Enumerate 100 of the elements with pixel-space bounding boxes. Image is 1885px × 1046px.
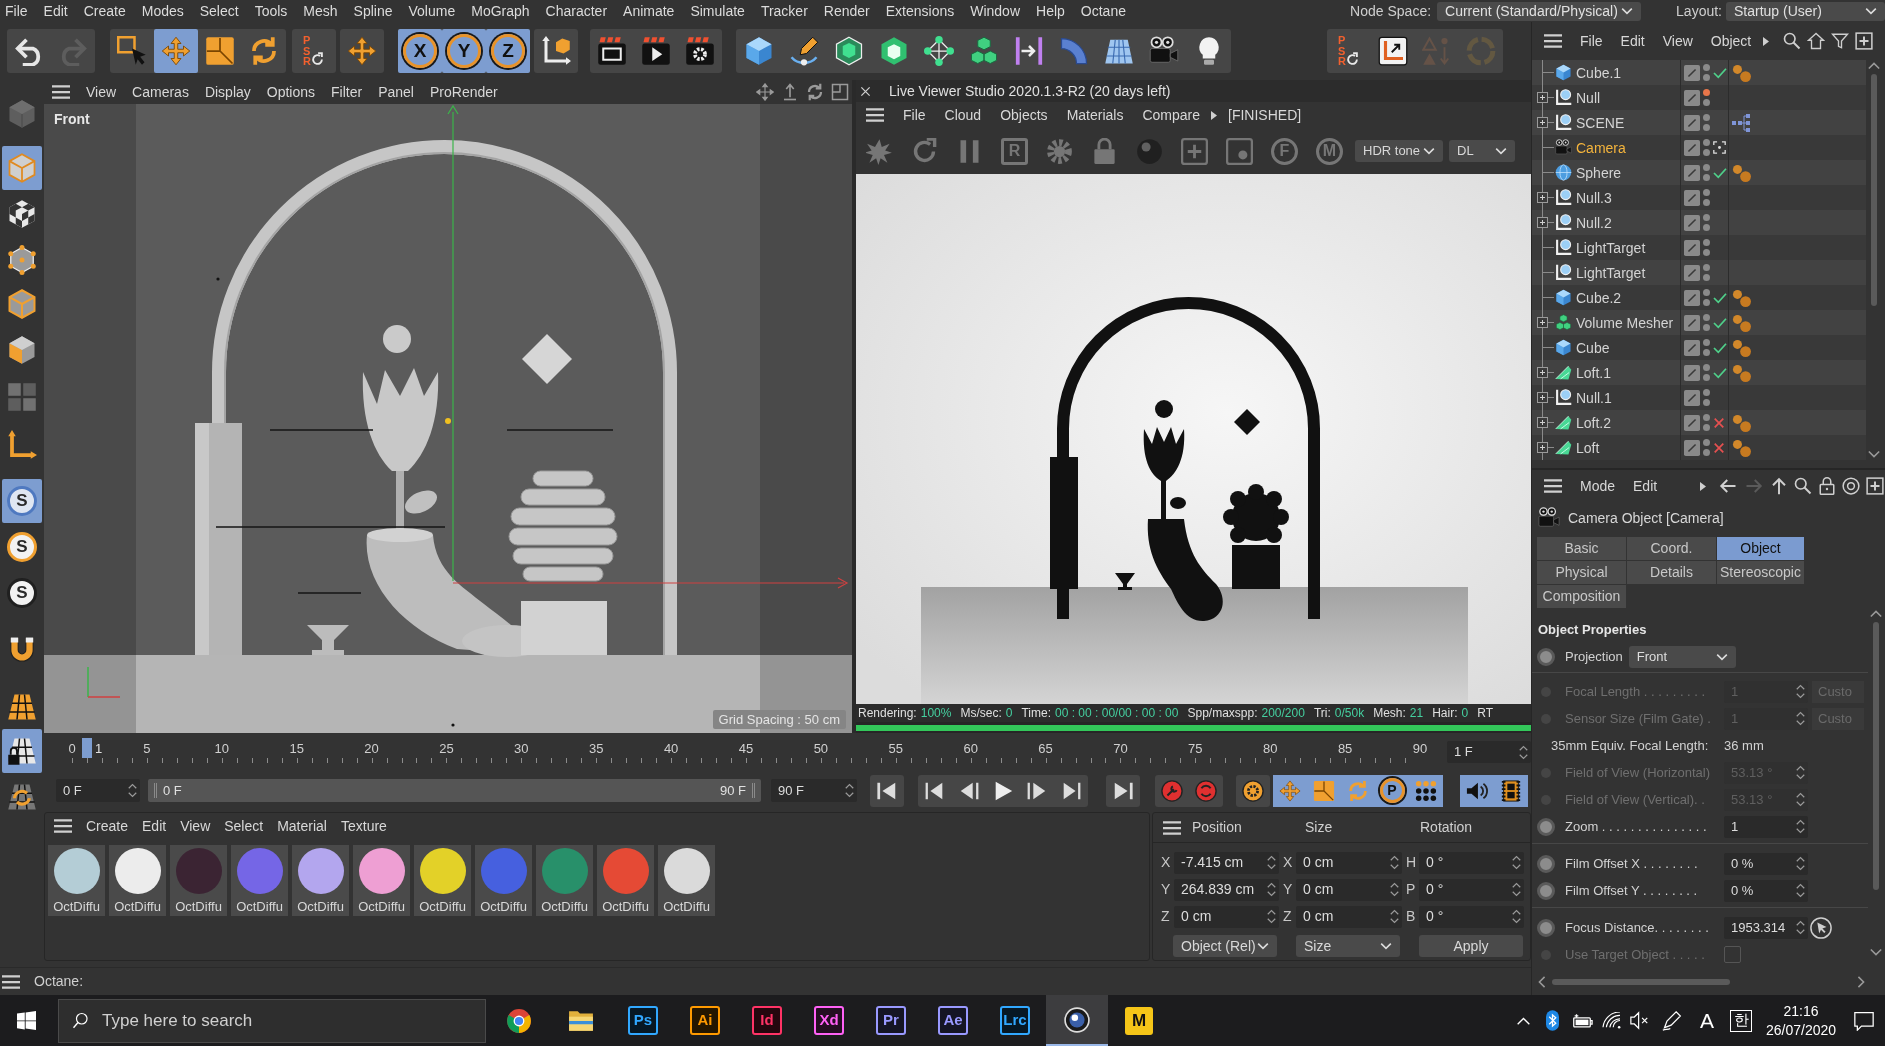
viewer-menu-item[interactable]: File xyxy=(903,104,926,126)
viewer-menu-item[interactable]: Materials xyxy=(1066,104,1124,126)
pick-target-icon[interactable] xyxy=(1810,916,1832,939)
vertical-scrollbar[interactable] xyxy=(1866,60,1882,460)
size-mode-dropdown[interactable]: Size xyxy=(1296,935,1400,957)
slashed-square-icon[interactable] xyxy=(1684,114,1700,131)
editor-visibility-dot-icon[interactable] xyxy=(1703,114,1710,121)
render-visibility-dot-icon[interactable] xyxy=(1703,299,1710,306)
material-swatch[interactable]: OctDiffu xyxy=(475,845,532,916)
viewport-menu-item[interactable]: Filter xyxy=(331,81,363,103)
object-row[interactable]: Null xyxy=(1532,85,1866,110)
menu-icon[interactable] xyxy=(1544,479,1562,493)
object-menu-item[interactable]: Object xyxy=(1710,30,1752,52)
attribute-tab[interactable]: Stereoscopic xyxy=(1717,561,1804,584)
attribute-tab[interactable]: Physical xyxy=(1537,561,1626,584)
coordinate-field[interactable]: 0 cm xyxy=(1296,878,1402,901)
tone-mapping-dropdown[interactable]: HDR tone xyxy=(1355,140,1443,162)
editor-visibility-dot-icon[interactable] xyxy=(1703,89,1710,96)
z-axis-button[interactable]: Z xyxy=(486,29,530,73)
menu-icon[interactable] xyxy=(52,85,70,99)
spinner-arrows-icon[interactable] xyxy=(1796,711,1805,726)
filter-icon[interactable] xyxy=(1831,32,1850,50)
taskbar-app-button[interactable]: Xd xyxy=(798,995,860,1046)
orbit-arrows-icon[interactable] xyxy=(806,83,824,101)
pen-icon[interactable] xyxy=(1662,1010,1682,1031)
keyframe-circle-icon[interactable] xyxy=(1537,854,1555,873)
spinner-arrows-icon[interactable] xyxy=(1796,684,1805,699)
position-key-button[interactable] xyxy=(1273,774,1307,807)
render-visibility-dot-icon[interactable] xyxy=(1703,149,1710,156)
slashed-square-icon[interactable] xyxy=(1684,189,1700,206)
check-icon[interactable] xyxy=(1713,166,1727,179)
slashed-square-icon[interactable] xyxy=(1684,289,1700,306)
object-row[interactable]: Loft.2 xyxy=(1532,410,1866,435)
range-end-handle[interactable]: 90 F xyxy=(720,783,755,798)
coordinate-field[interactable]: 0 cm xyxy=(1296,905,1402,928)
taskbar-app-button[interactable]: Ps xyxy=(612,995,674,1046)
search-field[interactable]: Type here to search xyxy=(58,998,486,1043)
frame-field[interactable]: 90 F xyxy=(771,779,857,802)
projection-dropdown[interactable]: Front xyxy=(1628,646,1736,668)
camera-focus-icon[interactable] xyxy=(1713,141,1726,154)
editor-visibility-dot-icon[interactable] xyxy=(1703,339,1710,346)
render-visibility-dot-icon[interactable] xyxy=(1703,449,1710,456)
keyframe-circle-icon[interactable] xyxy=(1537,881,1555,900)
keyframe-circle-icon[interactable] xyxy=(1537,648,1555,666)
editor-visibility-dot-icon[interactable] xyxy=(1703,64,1710,71)
material-tag-icon[interactable] xyxy=(1732,438,1751,457)
slashed-square-icon[interactable] xyxy=(1684,264,1700,281)
render-visibility-dot-icon[interactable] xyxy=(1703,424,1710,431)
expand-box-icon[interactable] xyxy=(1537,217,1548,228)
spinner-arrows-icon[interactable] xyxy=(128,783,137,798)
attribute-tab[interactable]: Basic xyxy=(1537,537,1626,560)
check-icon[interactable] xyxy=(1713,366,1727,379)
editor-visibility-dot-icon[interactable] xyxy=(1703,164,1710,171)
object-row[interactable]: LightTarget xyxy=(1532,235,1866,260)
plus-square-icon[interactable] xyxy=(1866,477,1885,495)
pan-arrows-icon[interactable] xyxy=(756,83,774,101)
menu-item[interactable]: Modes xyxy=(141,0,184,22)
editor-visibility-dot-icon[interactable] xyxy=(1703,239,1710,246)
object-row[interactable]: SCENE xyxy=(1532,110,1866,135)
coordinate-field[interactable]: -7.415 cm xyxy=(1174,851,1279,874)
notification-icon[interactable] xyxy=(1854,1010,1874,1031)
material-swatch[interactable]: OctDiffu xyxy=(414,845,471,916)
editor-visibility-dot-icon[interactable] xyxy=(1703,439,1710,446)
menu-item[interactable]: Edit xyxy=(43,0,68,22)
editor-visibility-dot-icon[interactable] xyxy=(1703,214,1710,221)
slashed-square-icon[interactable] xyxy=(1684,364,1700,381)
up-arrow-icon[interactable] xyxy=(1770,477,1789,495)
keyframe-circle-icon[interactable] xyxy=(1537,918,1555,937)
viewport-menu-item[interactable]: ProRender xyxy=(430,81,498,103)
viewport-menu-item[interactable]: Panel xyxy=(378,81,414,103)
material-menu-item[interactable]: Create xyxy=(86,815,129,837)
editor-visibility-dot-icon[interactable] xyxy=(1703,364,1710,371)
y-axis-button[interactable]: Y xyxy=(442,29,486,73)
menu-item[interactable]: Help xyxy=(1036,0,1065,22)
spinner-arrows-icon[interactable] xyxy=(1267,909,1276,924)
render-visibility-dot-icon[interactable] xyxy=(1703,274,1710,281)
slashed-square-icon[interactable] xyxy=(1684,139,1700,156)
material-tag-icon[interactable] xyxy=(1732,313,1751,332)
target-icon[interactable] xyxy=(1842,477,1861,495)
object-name[interactable]: SCENE xyxy=(1576,114,1625,131)
object-row[interactable]: Null.2 xyxy=(1532,210,1866,235)
taskbar-app-button[interactable] xyxy=(1046,995,1108,1046)
locked-workplane-button[interactable] xyxy=(2,729,42,773)
object-name[interactable]: Null xyxy=(1576,89,1601,106)
number-field[interactable]: 0 % xyxy=(1724,879,1808,902)
material-swatch[interactable]: OctDiffu xyxy=(353,845,410,916)
apply-button[interactable]: Apply xyxy=(1419,935,1523,957)
input-mode-button[interactable]: A xyxy=(1691,1004,1723,1037)
object-name[interactable]: Cube xyxy=(1576,339,1610,356)
expand-box-icon[interactable] xyxy=(1537,417,1548,428)
scroll-left-icon[interactable] xyxy=(1538,976,1546,988)
object-row[interactable]: Cube.2 xyxy=(1532,285,1866,310)
submenu-arrow-icon[interactable] xyxy=(1700,481,1707,491)
slashed-square-icon[interactable] xyxy=(1684,314,1700,331)
scroll-up-icon[interactable] xyxy=(1868,62,1880,70)
render-visibility-dot-icon[interactable] xyxy=(1703,174,1710,181)
material-swatch[interactable]: OctDiffu xyxy=(231,845,288,916)
object-name[interactable]: Volume Mesher xyxy=(1576,314,1674,331)
taskbar-app-button[interactable]: Pr xyxy=(860,995,922,1046)
expand-box-icon[interactable] xyxy=(1537,442,1548,453)
